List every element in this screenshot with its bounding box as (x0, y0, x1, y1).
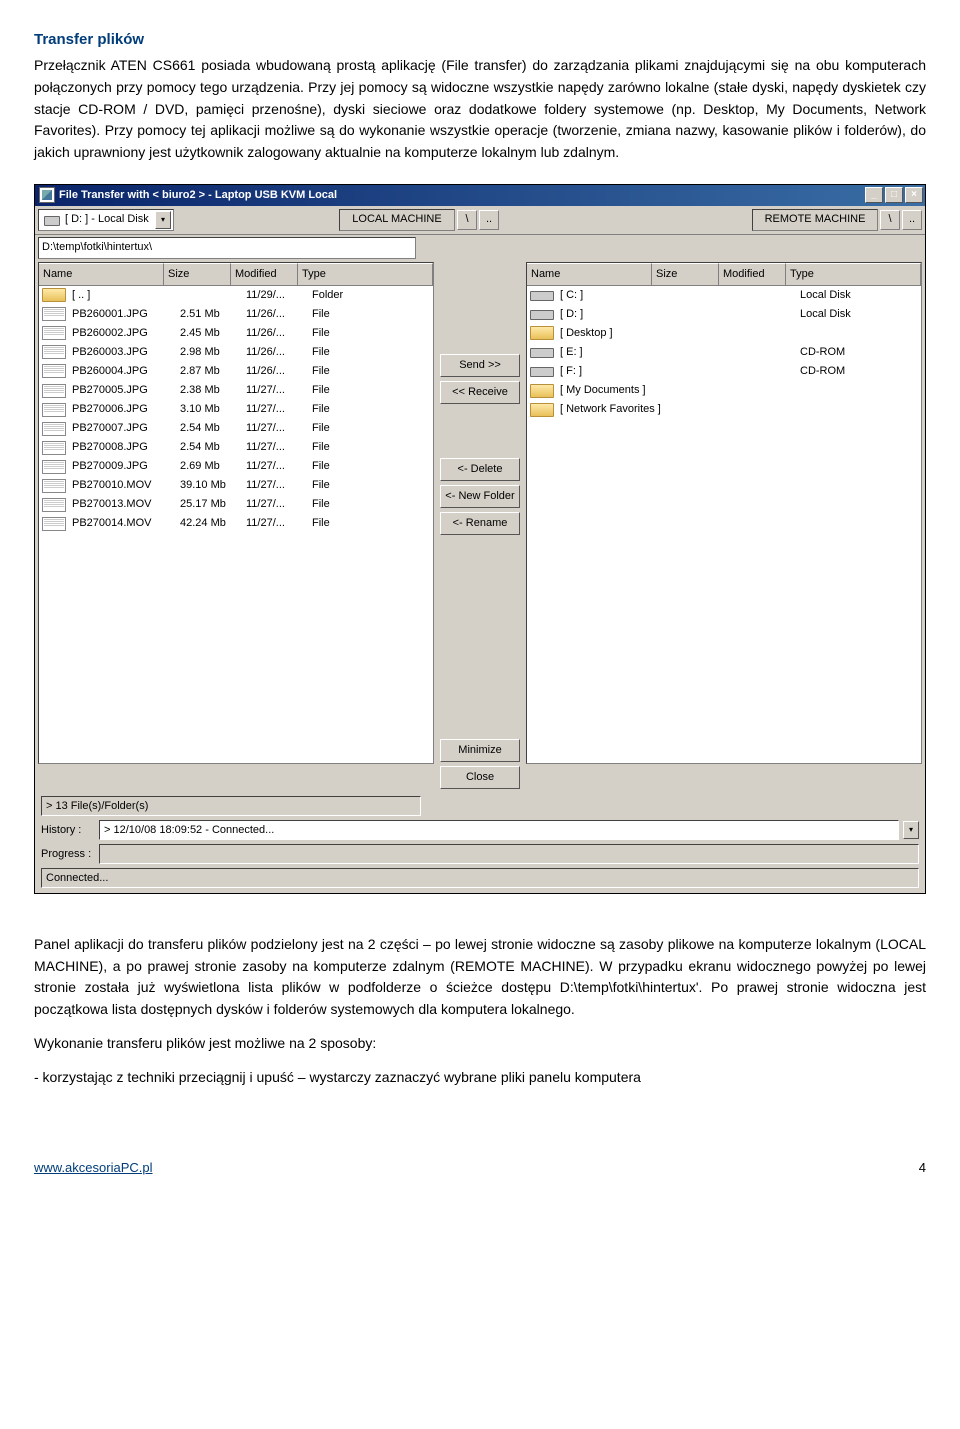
list-item[interactable]: [ Network Favorites ] (527, 400, 921, 419)
list-item[interactable]: PB270013.MOV25.17 Mb11/27/...File (39, 495, 433, 514)
list-item[interactable]: PB270014.MOV42.24 Mb11/27/...File (39, 514, 433, 533)
connection-status: Connected... (41, 868, 919, 888)
page-title: Transfer plików (34, 28, 926, 51)
col-type[interactable]: Type (298, 263, 433, 285)
maximize-icon[interactable]: □ (885, 187, 903, 203)
app-icon (39, 187, 55, 203)
action-column: Send >> << Receive <- Delete <- New Fold… (437, 262, 523, 791)
file-icon (42, 422, 66, 436)
list-item[interactable]: PB270009.JPG2.69 Mb11/27/...File (39, 457, 433, 476)
local-machine-label: LOCAL MACHINE (339, 209, 455, 231)
local-path-input[interactable]: D:\temp\fotki\hintertux\ (38, 237, 416, 259)
close-button[interactable]: Close (440, 766, 520, 789)
file-transfer-window: File Transfer with < biuro2 > - Laptop U… (34, 184, 926, 894)
list-item[interactable]: PB260004.JPG2.87 Mb11/26/...File (39, 362, 433, 381)
remote-pane[interactable]: Name Size Modified Type [ C: ]Local Disk… (526, 262, 922, 764)
local-drive-combo[interactable]: [ D: ] - Local Disk ▾ (38, 209, 174, 231)
progress-label: Progress : (41, 846, 95, 863)
list-item[interactable]: [ .. ]11/29/...Folder (39, 286, 433, 305)
col-modified[interactable]: Modified (231, 263, 298, 285)
list-item[interactable]: PB270008.JPG2.54 Mb11/27/...File (39, 438, 433, 457)
list-item[interactable]: [ My Documents ] (527, 381, 921, 400)
paragraph-3: Wykonanie transferu plików jest możliwe … (34, 1033, 926, 1055)
remote-header: Name Size Modified Type (527, 263, 921, 286)
local-pane[interactable]: Name Size Modified Type [ .. ]11/29/...F… (38, 262, 434, 764)
folder-icon (530, 326, 554, 340)
remote-back-button[interactable]: \ (880, 210, 900, 230)
delete-button[interactable]: <- Delete (440, 458, 520, 481)
chevron-down-icon[interactable]: ▾ (903, 821, 919, 839)
drive-icon (530, 348, 554, 358)
list-item[interactable]: [ E: ]CD-ROM (527, 343, 921, 362)
history-value: > 12/10/08 18:09:52 - Connected... (99, 820, 899, 840)
drive-icon (530, 310, 554, 320)
list-item[interactable]: [ D: ]Local Disk (527, 305, 921, 324)
file-icon (42, 403, 66, 417)
receive-button[interactable]: << Receive (440, 381, 520, 404)
send-button[interactable]: Send >> (440, 354, 520, 377)
list-item[interactable]: PB270006.JPG3.10 Mb11/27/...File (39, 400, 433, 419)
list-item[interactable]: PB260003.JPG2.98 Mb11/26/...File (39, 343, 433, 362)
list-item[interactable]: PB270007.JPG2.54 Mb11/27/...File (39, 419, 433, 438)
file-icon (42, 307, 66, 321)
folder-icon (530, 384, 554, 398)
col-name[interactable]: Name (527, 263, 652, 285)
file-icon (42, 441, 66, 455)
toolbar: [ D: ] - Local Disk ▾ LOCAL MACHINE \ ..… (35, 206, 925, 235)
drive-icon (530, 367, 554, 377)
new-folder-button[interactable]: <- New Folder (440, 485, 520, 508)
drive-icon (44, 216, 60, 226)
paragraph-1: Przełącznik ATEN CS661 posiada wbudowaną… (34, 55, 926, 163)
minimize-icon[interactable]: _ (865, 187, 883, 203)
remote-machine-label: REMOTE MACHINE (752, 209, 878, 231)
file-icon (42, 517, 66, 531)
folder-icon (42, 288, 66, 302)
rename-button[interactable]: <- Rename (440, 512, 520, 535)
list-item[interactable]: PB270010.MOV39.10 Mb11/27/...File (39, 476, 433, 495)
file-icon (42, 384, 66, 398)
page-number: 4 (919, 1158, 926, 1178)
folder-icon (530, 403, 554, 417)
drive-icon (530, 291, 554, 301)
progress-bar (99, 844, 919, 864)
file-icon (42, 479, 66, 493)
window-title: File Transfer with < biuro2 > - Laptop U… (59, 187, 865, 204)
file-icon (42, 364, 66, 378)
list-item[interactable]: [ Desktop ] (527, 324, 921, 343)
file-icon (42, 460, 66, 474)
remote-up-button[interactable]: .. (902, 210, 922, 230)
local-drive-value: [ D: ] - Local Disk (65, 211, 149, 228)
minimize-button[interactable]: Minimize (440, 739, 520, 762)
paragraph-4: - korzystając z techniki przeciągnij i u… (34, 1067, 926, 1089)
col-type[interactable]: Type (786, 263, 921, 285)
file-icon (42, 345, 66, 359)
back-button[interactable]: \ (457, 210, 477, 230)
up-button[interactable]: .. (479, 210, 499, 230)
chevron-down-icon[interactable]: ▾ (155, 211, 171, 229)
list-item[interactable]: PB260002.JPG2.45 Mb11/26/...File (39, 324, 433, 343)
col-size[interactable]: Size (652, 263, 719, 285)
file-icon (42, 498, 66, 512)
history-label: History : (41, 822, 95, 839)
close-icon[interactable]: × (905, 187, 923, 203)
list-item[interactable]: [ C: ]Local Disk (527, 286, 921, 305)
list-item[interactable]: [ F: ]CD-ROM (527, 362, 921, 381)
list-item[interactable]: PB260001.JPG2.51 Mb11/26/...File (39, 305, 433, 324)
list-item[interactable]: PB270005.JPG2.38 Mb11/27/...File (39, 381, 433, 400)
footer-link[interactable]: www.akcesoriaPC.pl (34, 1158, 153, 1178)
col-modified[interactable]: Modified (719, 263, 786, 285)
file-count-status: > 13 File(s)/Folder(s) (41, 796, 421, 816)
col-size[interactable]: Size (164, 263, 231, 285)
title-bar[interactable]: File Transfer with < biuro2 > - Laptop U… (35, 185, 925, 206)
col-name[interactable]: Name (39, 263, 164, 285)
local-header: Name Size Modified Type (39, 263, 433, 286)
file-icon (42, 326, 66, 340)
paragraph-2: Panel aplikacji do transferu plików podz… (34, 934, 926, 1021)
